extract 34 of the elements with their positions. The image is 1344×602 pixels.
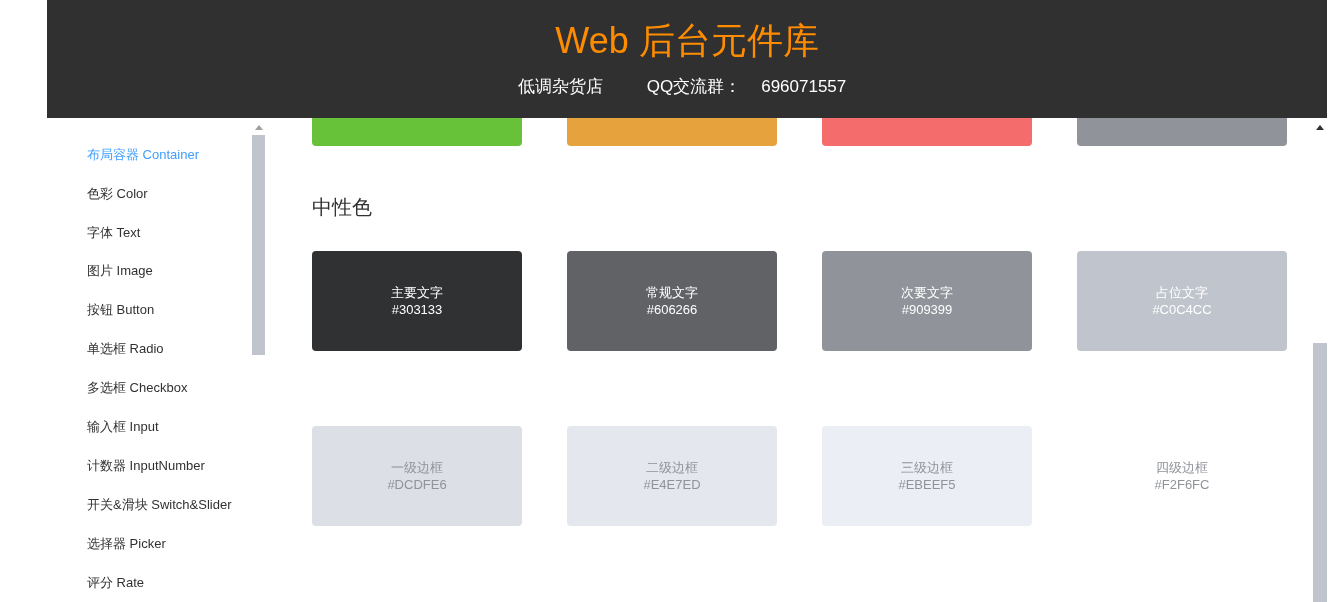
swatch-name: 占位文字 [1156,284,1208,301]
site-title: Web 后台元件库 [555,20,819,62]
scroll-up-icon[interactable] [1316,125,1324,130]
swatch-hex: #F2F6FC [1154,476,1210,493]
swatch-hex: #DCDFE6 [387,476,447,493]
sidebar-item[interactable]: 图片 Image [87,251,252,291]
swatch-name: 主要文字 [391,284,443,301]
swatch-name: 常规文字 [646,284,698,301]
sidebar-item[interactable]: 按钮 Button [87,290,252,330]
sidebar-item[interactable]: 选择器 Picker [87,524,252,564]
swatch-name: 二级边框 [646,459,698,476]
swatch-hex: #C0C4CC [1152,301,1212,318]
scrollbar-thumb[interactable] [252,135,265,355]
sidebar-item[interactable]: 多选框 Checkbox [87,368,252,408]
sidebar-item[interactable]: 字体 Text [87,212,252,252]
scrollbar-thumb[interactable] [1313,343,1327,602]
sidebar-item[interactable]: 开关&滑块 Switch&Slider [87,485,252,525]
swatch-hex: #909399 [901,301,953,318]
sidebar-item[interactable]: 输入框 Input [87,407,252,447]
qq-group-number: 696071557 [761,76,847,98]
sidebar-item[interactable]: 色彩 Color [87,173,252,213]
sidebar-item[interactable]: 单选框 Radio [87,329,252,369]
swatch-hex: #EBEEF5 [898,476,956,493]
sidebar-item[interactable]: 计数器 InputNumber [87,446,252,486]
swatch-name: 四级边框 [1156,459,1208,476]
swatch-name: 三级边框 [901,459,953,476]
qq-group-label: QQ交流群： [646,76,742,98]
swatch-hex: #303133 [391,301,443,318]
swatch-hex: #E4E7ED [643,476,701,493]
shop-name: 低调杂货店 [517,76,603,98]
section-heading: 中性色 [312,195,373,219]
swatch-name: 次要文字 [901,284,953,301]
swatch-hex: #606266 [646,301,698,318]
sidebar-item[interactable]: 评分 Rate [87,563,252,602]
